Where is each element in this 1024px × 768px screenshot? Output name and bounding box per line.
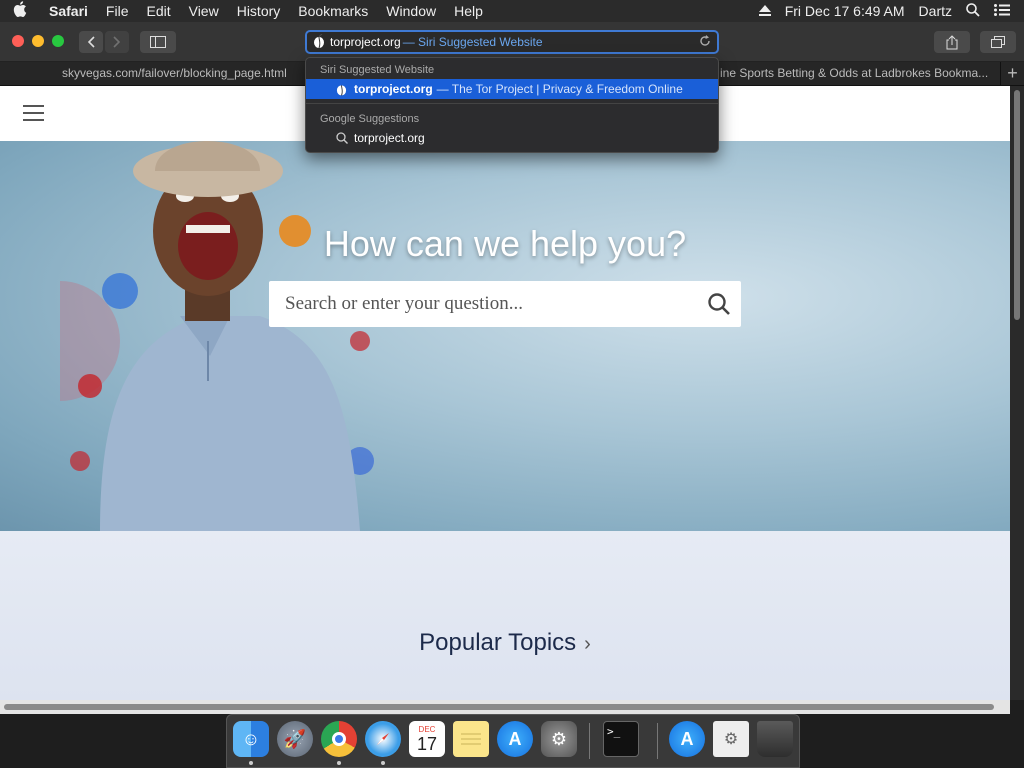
- dock-app-store-icon[interactable]: A: [497, 721, 533, 757]
- dock-notes-icon[interactable]: [453, 721, 489, 757]
- address-bar[interactable]: torproject.org — Siri Suggested Website: [305, 30, 719, 54]
- dock-trash-icon[interactable]: [757, 721, 793, 757]
- dock-system-preferences-icon[interactable]: ⚙: [541, 721, 577, 757]
- menu-edit[interactable]: Edit: [137, 3, 179, 19]
- site-favicon-icon: [313, 33, 325, 51]
- address-hint: — Siri Suggested Website: [402, 35, 543, 49]
- dock-running-indicator: [337, 761, 341, 765]
- dock-running-indicator: [381, 761, 385, 765]
- web-page: How can we help you? Search or enter you…: [0, 86, 1010, 700]
- chevron-right-icon: ›: [584, 633, 591, 655]
- siri-suggestion-url: torproject.org: [354, 82, 433, 96]
- hamburger-menu-icon[interactable]: [23, 105, 44, 122]
- calendar-day: 17: [416, 733, 438, 754]
- tab-skyvegas[interactable]: skyvegas.com/failover/blocking_page.html: [62, 62, 302, 86]
- hero-banner: How can we help you? Search or enter you…: [0, 141, 1010, 531]
- siri-suggestion-title: — The Tor Project | Privacy & Freedom On…: [436, 82, 683, 96]
- dropdown-divider: [306, 103, 718, 104]
- show-tabs-button[interactable]: [980, 31, 1016, 53]
- vertical-scrollbar[interactable]: [1010, 86, 1024, 700]
- menu-bar: Safari File Edit View History Bookmarks …: [0, 0, 1024, 22]
- hero-illustration: [60, 141, 374, 531]
- menu-help[interactable]: Help: [445, 3, 492, 19]
- share-button[interactable]: [934, 31, 970, 53]
- close-window-button[interactable]: [12, 35, 24, 47]
- dock-finder-icon[interactable]: ☺: [233, 721, 269, 757]
- horizontal-scroll-thumb[interactable]: [4, 704, 994, 710]
- popular-topics-section: Popular Topics ›: [0, 531, 1010, 700]
- dock-calendar-icon[interactable]: DEC 17: [409, 721, 445, 757]
- clock-text[interactable]: Fri Dec 17 6:49 AM: [785, 3, 905, 19]
- browser-toolbar: torproject.org — Siri Suggested Website: [0, 22, 1024, 62]
- menu-file[interactable]: File: [97, 3, 138, 19]
- address-suggestions-dropdown: Siri Suggested Website torproject.org — …: [305, 57, 719, 153]
- dock: ☺ 🚀 DEC 17 A ⚙ >_ A ⚙: [226, 714, 800, 768]
- dock-safari-icon[interactable]: [365, 721, 401, 757]
- eject-icon[interactable]: [758, 3, 771, 19]
- menu-app-safari[interactable]: Safari: [40, 3, 97, 19]
- list-icon[interactable]: [994, 3, 1010, 19]
- dock-chrome-icon[interactable]: [321, 721, 357, 757]
- popular-topics-label: Popular Topics: [419, 629, 577, 656]
- zoom-window-button[interactable]: [52, 35, 64, 47]
- dock-app-store-download-icon[interactable]: A: [669, 721, 705, 757]
- calendar-month: DEC: [418, 724, 436, 734]
- menu-view[interactable]: View: [180, 3, 228, 19]
- horizontal-scrollbar[interactable]: [0, 700, 1010, 714]
- siri-suggestions-header: Siri Suggested Website: [320, 64, 435, 76]
- menu-window[interactable]: Window: [377, 3, 445, 19]
- tab-ladbrokes[interactable]: ine Sports Betting & Odds at Ladbrokes B…: [720, 62, 990, 86]
- google-suggestion-row[interactable]: torproject.org: [306, 128, 718, 148]
- back-button[interactable]: [79, 31, 103, 53]
- user-name[interactable]: Dartz: [919, 3, 952, 19]
- dock-config-file-icon[interactable]: ⚙: [713, 721, 749, 757]
- dock-divider: [657, 723, 658, 759]
- tor-favicon-icon: [336, 82, 347, 99]
- search-icon[interactable]: [966, 2, 980, 20]
- forward-button[interactable]: [105, 31, 129, 53]
- google-suggestions-header: Google Suggestions: [320, 113, 420, 125]
- hero-title: How can we help you?: [323, 223, 687, 264]
- siri-suggestion-row[interactable]: torproject.org — The Tor Project | Priva…: [306, 79, 718, 99]
- search-icon[interactable]: [707, 292, 731, 322]
- dock-running-indicator: [249, 761, 253, 765]
- search-icon: [336, 132, 348, 147]
- new-tab-button[interactable]: +: [1000, 62, 1024, 86]
- vertical-scroll-thumb[interactable]: [1014, 90, 1020, 320]
- help-search-placeholder: Search or enter your question...: [285, 293, 523, 314]
- apple-icon[interactable]: [0, 1, 40, 21]
- menu-history[interactable]: History: [228, 3, 290, 19]
- reload-icon[interactable]: [699, 34, 711, 50]
- google-suggestion-text: torproject.org: [354, 131, 425, 145]
- minimize-window-button[interactable]: [32, 35, 44, 47]
- popular-topics-link[interactable]: Popular Topics ›: [0, 629, 1010, 657]
- dock-launchpad-icon[interactable]: 🚀: [277, 721, 313, 757]
- dock-terminal-icon[interactable]: >_: [603, 721, 639, 757]
- address-text: torproject.org: [330, 35, 401, 49]
- dock-divider: [589, 723, 590, 759]
- sidebar-toggle-button[interactable]: [140, 31, 176, 53]
- help-search-input[interactable]: Search or enter your question...: [269, 281, 741, 327]
- menu-bookmarks[interactable]: Bookmarks: [289, 3, 377, 19]
